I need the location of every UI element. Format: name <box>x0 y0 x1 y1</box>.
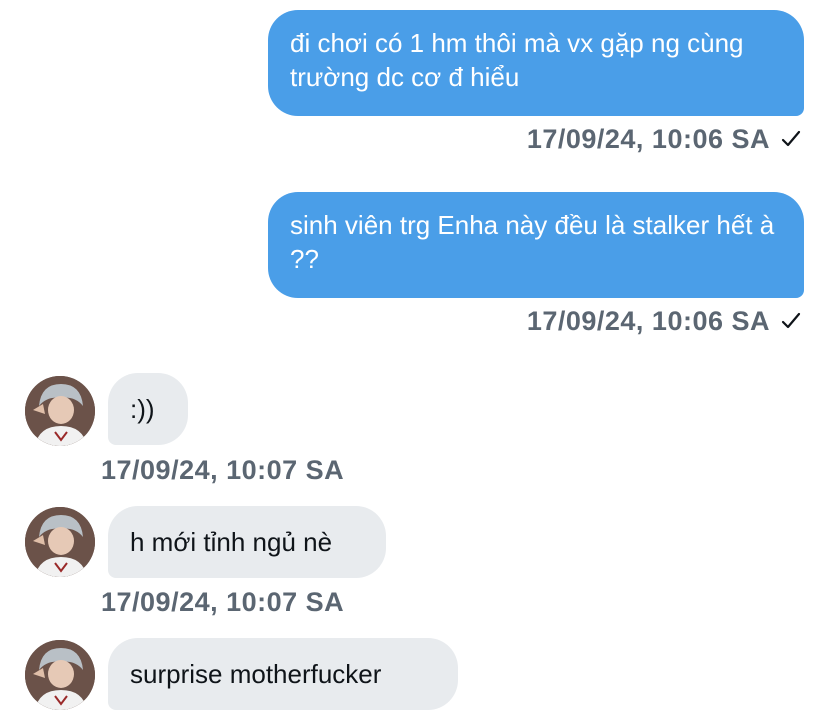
timestamp-text: 17/09/24, 10:06 SA <box>526 306 770 336</box>
message-timestamp: 17/09/24, 10:06 SA <box>527 124 802 155</box>
message-bubble-sent[interactable]: sinh viên trg Enha này đều là stalker hế… <box>268 192 804 298</box>
message-text: sinh viên trg Enha này đều là stalker hế… <box>290 210 775 274</box>
message-timestamp: 17/09/24, 10:06 SA <box>527 306 802 337</box>
message-text: h mới tỉnh ngủ nè <box>130 527 333 557</box>
message-bubble-received[interactable]: h mới tỉnh ngủ nè <box>108 506 386 578</box>
message-bubble-received[interactable]: surprise motherfucker <box>108 638 458 710</box>
message-timestamp: 17/09/24, 10:07 SA <box>101 455 344 486</box>
message-bubble-received[interactable]: :)) <box>108 373 188 445</box>
check-icon <box>781 130 801 147</box>
user-avatar[interactable] <box>25 376 95 446</box>
user-avatar[interactable] <box>25 507 95 577</box>
timestamp-text: 17/09/24, 10:06 SA <box>526 124 770 154</box>
message-text: :)) <box>130 394 155 424</box>
user-avatar[interactable] <box>25 640 95 710</box>
timestamp-text: 17/09/24, 10:07 SA <box>101 587 345 617</box>
message-text: surprise motherfucker <box>130 659 382 689</box>
check-icon <box>781 312 801 329</box>
message-timestamp: 17/09/24, 10:07 SA <box>101 587 344 618</box>
message-text: đi chơi có 1 hm thôi mà vx gặp ng cùng t… <box>290 28 744 92</box>
timestamp-text: 17/09/24, 10:07 SA <box>101 455 345 485</box>
message-bubble-sent[interactable]: đi chơi có 1 hm thôi mà vx gặp ng cùng t… <box>268 10 804 116</box>
